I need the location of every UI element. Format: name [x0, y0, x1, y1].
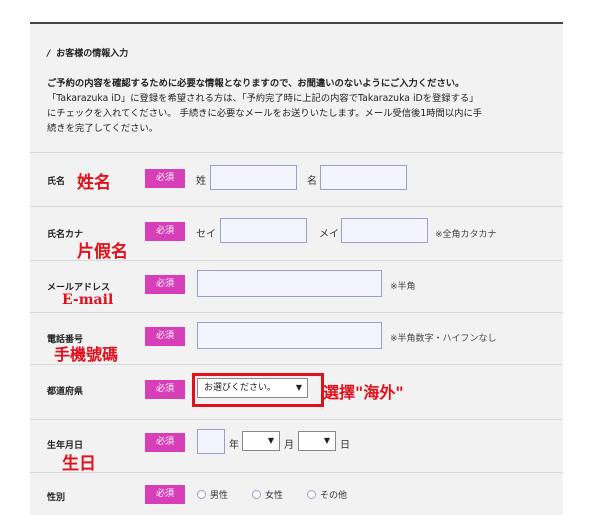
phone-input[interactable] [197, 322, 382, 349]
intro-line-1: 「Takarazuka iD」に登録を希望される方は、「予約完了時に上記の内容で… [47, 93, 479, 104]
gender-radio-male[interactable] [197, 490, 206, 499]
required-badge: 必須 [145, 275, 185, 294]
intro-line-3: 続きを完了してください。 [47, 123, 159, 134]
gender-radio-female[interactable] [252, 490, 261, 499]
divider [30, 206, 563, 207]
first-name-input[interactable] [320, 165, 407, 190]
kana-last-input[interactable] [220, 218, 307, 243]
required-badge: 必須 [145, 222, 185, 241]
intro-line-2: にチェックを入れてください。 手続きに必要なメールをお送りいたします。メール受信… [47, 108, 483, 119]
birthday-annotation: 生日 [62, 454, 96, 474]
month-label: 月 [284, 440, 294, 451]
divider [30, 312, 563, 313]
required-badge: 必須 [145, 327, 185, 346]
section-title-text: お客様の情報入力 [56, 49, 129, 59]
year-label: 年 [229, 440, 239, 451]
birth-month-select[interactable]: ▼ [242, 431, 280, 451]
intro-bold: ご予約の内容を確認するために必要な情報となりますので、お間違いのないようにご入力… [47, 78, 465, 89]
prefecture-select[interactable]: お選びください。 ▼ [197, 378, 308, 398]
customer-info-form: / お客様の情報入力 ご予約の内容を確認するために必要な情報となりますので、お間違… [30, 22, 563, 515]
section-title: / お客様の情報入力 [47, 46, 128, 59]
prefecture-label: 都道府県 [47, 387, 84, 397]
kana-annotation: 片假名 [77, 242, 128, 262]
gender-label: 性別 [47, 493, 66, 503]
dropdown-arrow-icon: ▼ [323, 436, 330, 445]
prefecture-selected-value: お選びください。 [204, 383, 277, 393]
email-note: ※半角 [390, 282, 416, 292]
intro-text: ご予約の内容を確認するために必要な情報となりますので、お間違いのないようにご入力… [47, 76, 552, 136]
gender-option-other: その他 [320, 491, 348, 501]
divider [30, 260, 563, 261]
required-badge: 必須 [145, 380, 185, 399]
prefecture-annotation: 選擇"海外" [323, 383, 404, 402]
dropdown-arrow-icon: ▼ [267, 436, 274, 445]
email-annotation: E-mail [62, 292, 114, 308]
kana-last-label: セイ [196, 229, 216, 240]
last-name-input[interactable] [210, 165, 297, 190]
title-marker: / [47, 49, 51, 59]
gender-option-female: 女性 [265, 491, 284, 501]
birth-year-input[interactable] [197, 429, 225, 454]
required-badge: 必須 [145, 485, 185, 504]
day-label: 日 [340, 440, 350, 451]
birth-day-select[interactable]: ▼ [298, 431, 336, 451]
kana-first-input[interactable] [341, 218, 428, 243]
divider [30, 472, 563, 473]
required-badge: 必須 [145, 169, 185, 188]
required-badge: 必須 [145, 433, 185, 452]
phone-annotation: 手機號碼 [54, 345, 119, 364]
last-name-label: 姓 [196, 176, 206, 187]
dropdown-arrow-icon: ▼ [295, 383, 302, 392]
name-annotation: 姓名 [77, 173, 111, 193]
gender-radio-other[interactable] [307, 490, 316, 499]
kana-note: ※全角カタカナ [435, 230, 497, 240]
first-name-label: 名 [307, 176, 317, 187]
email-input[interactable] [197, 270, 382, 297]
name-label: 氏名 [47, 177, 66, 187]
phone-note: ※半角数字・ハイフンなし [390, 334, 497, 344]
divider [30, 152, 563, 153]
kana-first-label: メイ [319, 229, 339, 240]
divider [30, 364, 563, 365]
divider [30, 419, 563, 420]
gender-option-male: 男性 [210, 491, 229, 501]
